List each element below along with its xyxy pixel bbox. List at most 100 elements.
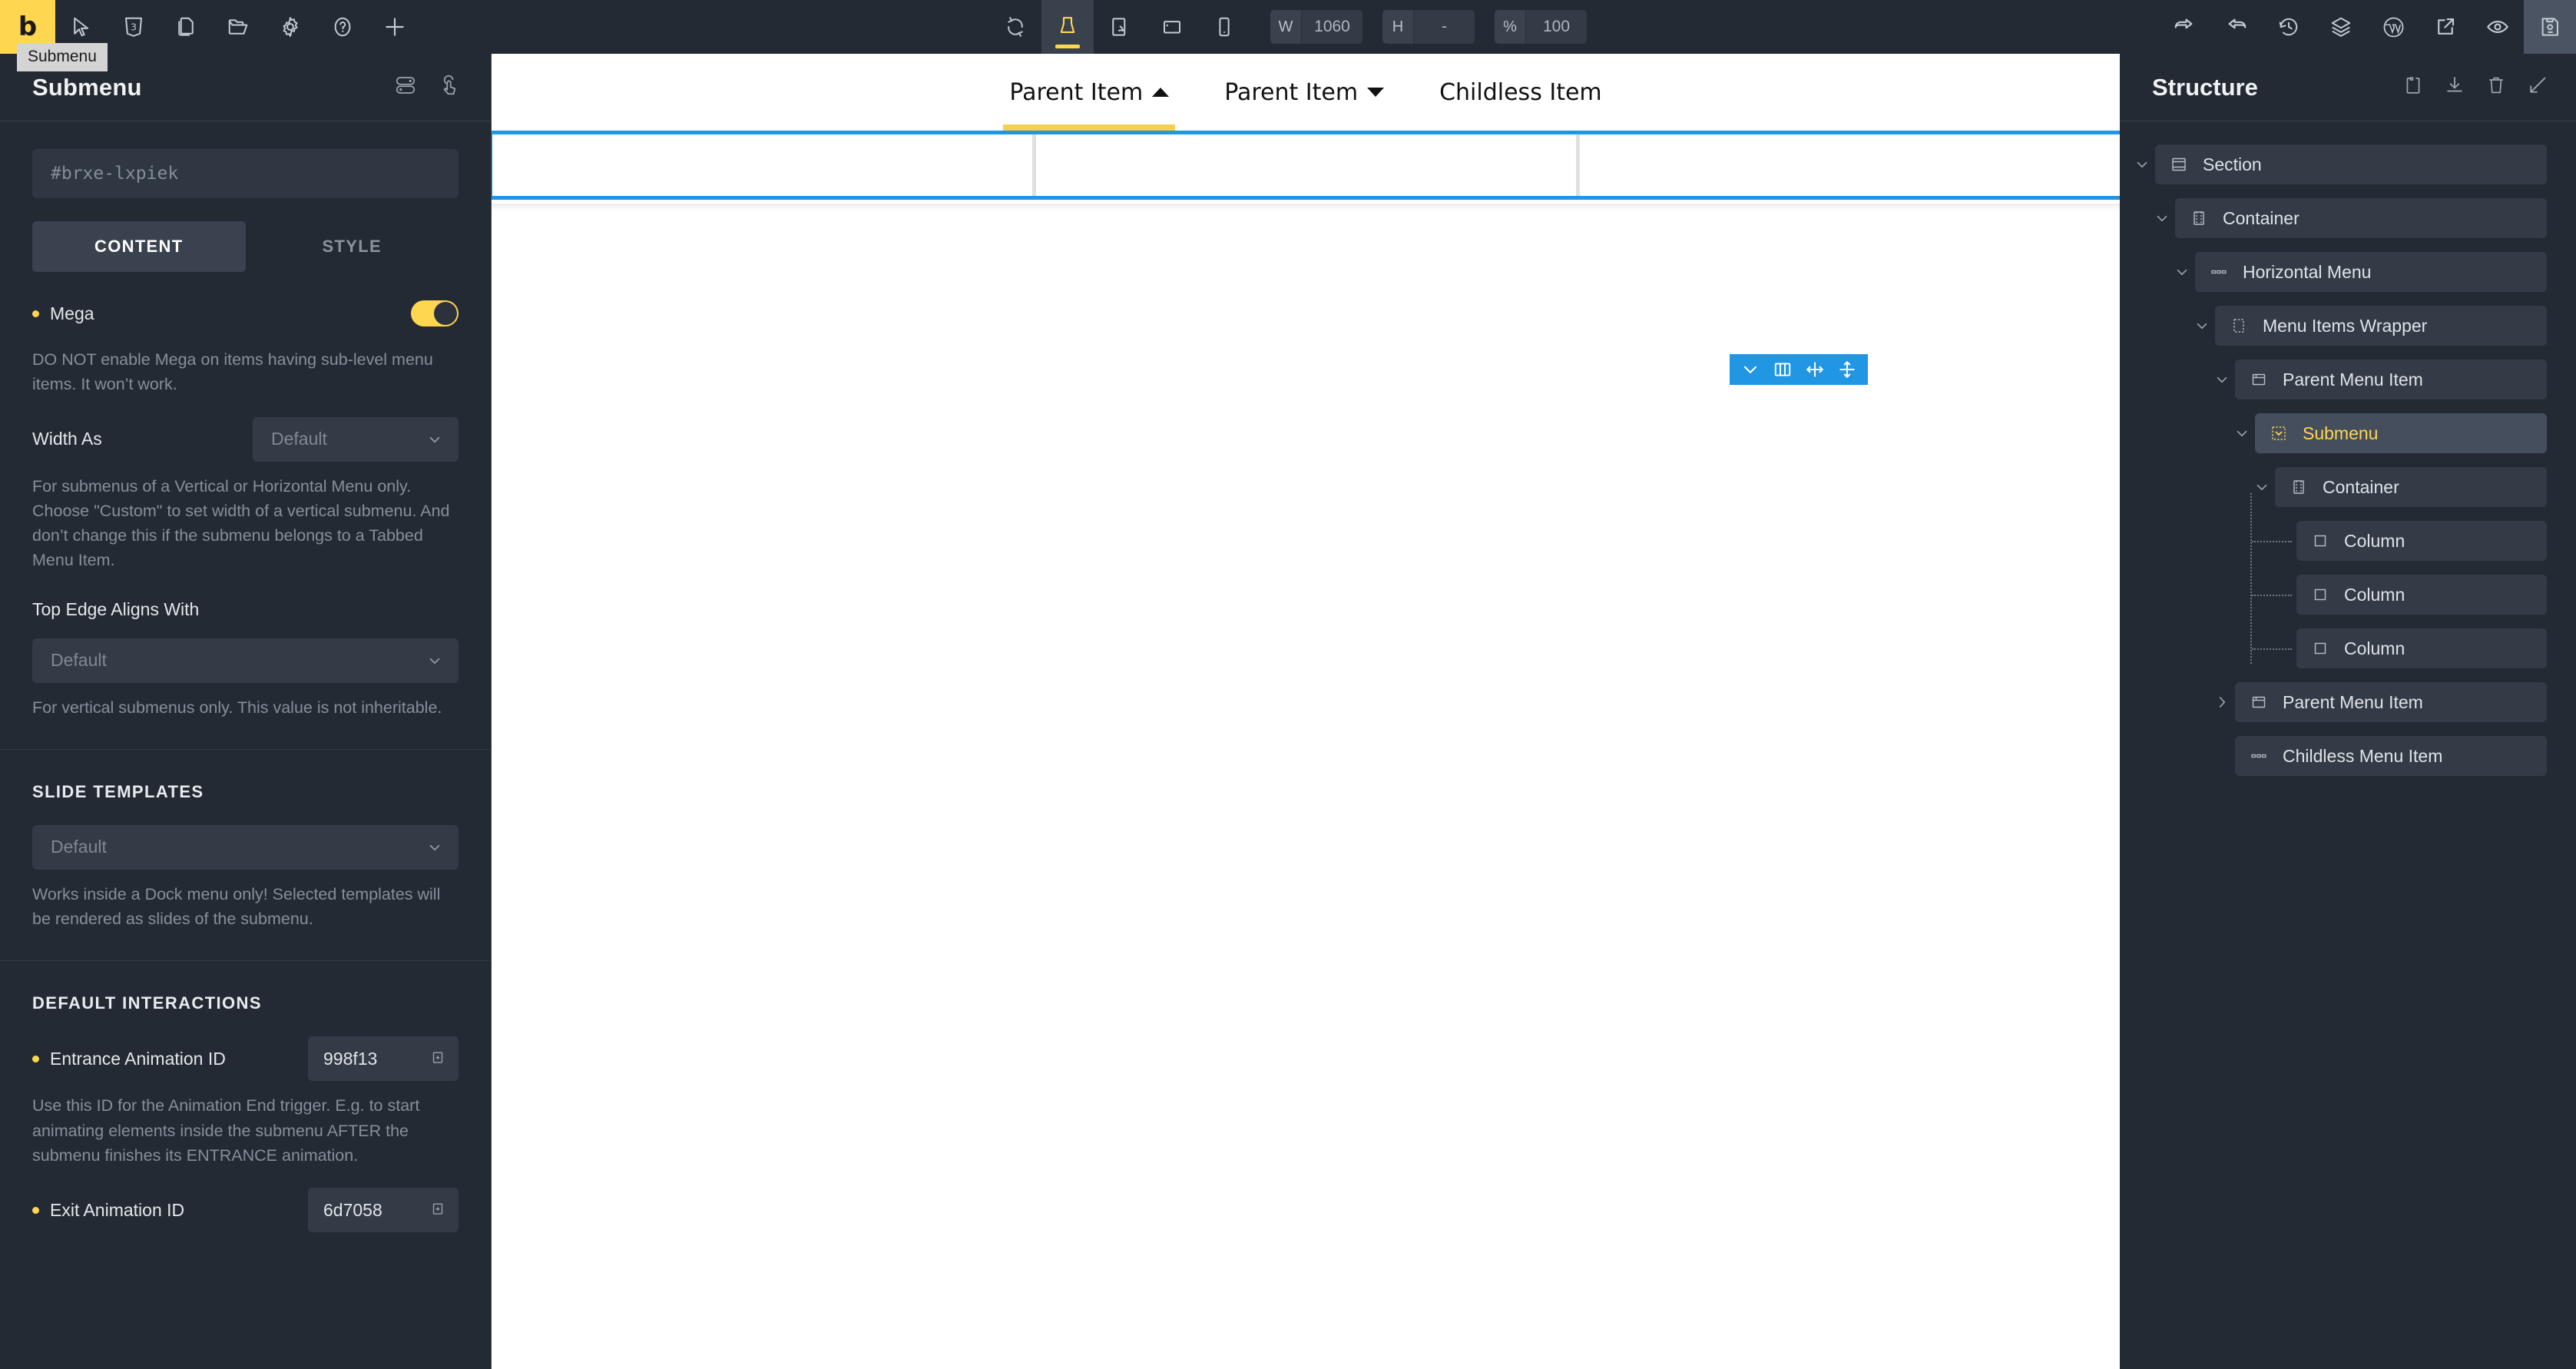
tree-row: Childless Menu Item [2120, 736, 2576, 776]
menu-item-childless[interactable]: Childless Item [1412, 54, 1630, 131]
tab-style[interactable]: STYLE [246, 221, 459, 272]
mobile-icon[interactable] [1198, 0, 1250, 54]
refresh-icon[interactable] [989, 0, 1041, 54]
chevron-down-icon[interactable] [2229, 425, 2255, 442]
element-id-input[interactable]: #brxe-lxpiek [32, 149, 459, 198]
tree-item-column[interactable]: Column [2296, 628, 2547, 668]
clipboard-icon[interactable] [2402, 75, 2424, 100]
chevron-down-icon[interactable] [2189, 317, 2215, 334]
wordpress-icon[interactable] [2367, 0, 2419, 54]
mega-toggle[interactable] [411, 300, 459, 327]
menu-item-label: Childless Item [1439, 78, 1602, 106]
chevron-down-icon[interactable] [1734, 354, 1766, 385]
structure-title: Structure [2152, 73, 2258, 101]
redo-icon[interactable] [2210, 0, 2263, 54]
copy-icon [432, 1052, 443, 1063]
viewport-width-field[interactable]: W 1060 [1270, 10, 1362, 44]
toolbar-right-group [2158, 0, 2576, 54]
tree-item-parent-menu-item[interactable]: Parent Menu Item [2235, 360, 2547, 399]
tree-item-column[interactable]: Column [2296, 521, 2547, 561]
chevron-right-icon[interactable] [2209, 694, 2235, 711]
width-key: W [1270, 10, 1301, 44]
mega-column[interactable] [492, 134, 1032, 196]
help-icon[interactable] [316, 0, 369, 54]
tree-item-container[interactable]: Container [2175, 198, 2547, 238]
editor-canvas[interactable]: Parent Item Parent Item Childless Item [492, 54, 2120, 1369]
tree-row: Section [2120, 144, 2576, 184]
gear-icon[interactable] [264, 0, 316, 54]
menu-item-icon [2249, 370, 2269, 389]
chevron-down-icon[interactable] [2149, 210, 2175, 227]
column-icon [2310, 531, 2330, 551]
modified-dot-icon [32, 310, 39, 317]
tree-item-childless-menu-item[interactable]: Childless Menu Item [2235, 736, 2547, 776]
eye-icon[interactable] [2472, 0, 2524, 54]
top-edge-select[interactable]: Default [32, 638, 459, 683]
viewport-zoom-field[interactable]: % 100 [1495, 10, 1587, 44]
exit-animation-input[interactable]: 6d7058 [308, 1188, 459, 1232]
slide-templates-select[interactable]: Default [32, 824, 459, 870]
menu-item-parent-2[interactable]: Parent Item [1197, 54, 1412, 131]
menu-item-label: Parent Item [1009, 78, 1144, 106]
tree-row: Horizontal Menu [2120, 252, 2576, 292]
tree-item-container[interactable]: Container [2275, 467, 2547, 507]
tree-item-column[interactable]: Column [2296, 575, 2547, 615]
tree-item-horizontal-menu[interactable]: Horizontal Menu [2195, 252, 2547, 292]
height-value[interactable]: - [1413, 10, 1475, 44]
exit-animation-row: Exit Animation ID 6d7058 [32, 1188, 459, 1232]
structure-header-icons [2402, 75, 2548, 100]
tab-content[interactable]: CONTENT [32, 221, 246, 272]
chevron-down-icon[interactable] [2129, 156, 2155, 173]
top-toolbar: b 3 W 1060 H - % 100 Submenu [0, 0, 2576, 71]
layers-icon[interactable] [2315, 0, 2367, 54]
tablet-landscape-icon[interactable] [1146, 0, 1198, 54]
download-icon[interactable] [2444, 75, 2465, 100]
mega-row: Mega [32, 292, 459, 335]
interactions-icon[interactable] [439, 74, 462, 101]
tree-item-submenu[interactable]: Submenu [2255, 413, 2547, 453]
revisions-icon[interactable] [2263, 0, 2315, 54]
default-interactions-section: DEFAULT INTERACTIONS Entrance Animation … [0, 993, 491, 1232]
svg-text:3: 3 [131, 21, 137, 32]
mega-submenu-container[interactable] [492, 131, 2120, 200]
chevron-down-icon [429, 658, 440, 664]
width-as-select[interactable]: Default [253, 416, 459, 462]
resize-vertical-icon[interactable] [1831, 354, 1863, 385]
trash-icon[interactable] [2485, 75, 2507, 100]
viewport-height-field[interactable]: H - [1382, 10, 1475, 44]
tree-item-menu-items-wrapper[interactable]: Menu Items Wrapper [2215, 306, 2547, 346]
collapse-icon[interactable] [2527, 75, 2548, 100]
save-icon[interactable] [2524, 0, 2576, 54]
folder-icon[interactable] [212, 0, 264, 54]
submenu-icon [2269, 423, 2289, 443]
chevron-down-icon[interactable] [2169, 264, 2195, 280]
plus-icon[interactable] [369, 0, 421, 54]
mega-column[interactable] [1032, 134, 1576, 196]
toggle-settings-icon[interactable] [394, 74, 417, 101]
mega-column[interactable] [1576, 134, 2120, 196]
width-value[interactable]: 1060 [1301, 10, 1362, 44]
exit-animation-value: 6d7058 [323, 1199, 382, 1220]
chevron-down-icon[interactable] [2209, 371, 2235, 388]
zoom-value[interactable]: 100 [1525, 10, 1587, 44]
entrance-animation-input[interactable]: 998f13 [308, 1036, 459, 1082]
slide-templates-value: Default [51, 837, 107, 857]
external-link-icon[interactable] [2419, 0, 2472, 54]
undo-icon[interactable] [2158, 0, 2210, 54]
tree-item-label: Column [2344, 584, 2405, 605]
columns-icon[interactable] [1766, 354, 1799, 385]
pages-icon[interactable] [160, 0, 212, 54]
column-icon [2310, 585, 2330, 605]
html5-icon[interactable]: 3 [108, 0, 160, 54]
top-edge-label: Top Edge Aligns With [32, 598, 200, 619]
chevron-down-icon[interactable] [2249, 479, 2275, 496]
tree-row: Parent Menu Item [2120, 682, 2576, 722]
menu-item-parent-1[interactable]: Parent Item [982, 54, 1197, 131]
tree-item-parent-menu-item[interactable]: Parent Menu Item [2235, 682, 2547, 722]
resize-horizontal-icon[interactable] [1799, 354, 1831, 385]
structure-tree: Section Container Horizontal Menu Menu I… [2120, 121, 2576, 790]
tree-row: Menu Items Wrapper [2120, 306, 2576, 346]
desktop-icon[interactable] [1041, 0, 1094, 54]
tree-item-section[interactable]: Section [2155, 144, 2547, 184]
tablet-portrait-icon[interactable] [1094, 0, 1146, 54]
